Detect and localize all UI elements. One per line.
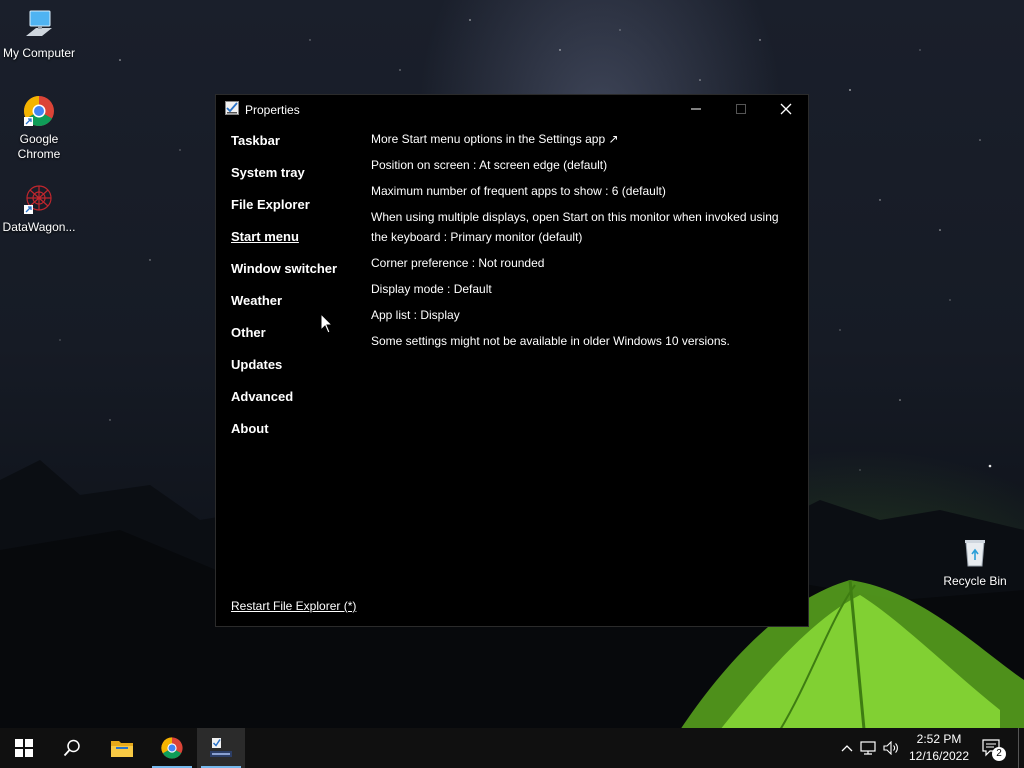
show-desktop-button[interactable] xyxy=(1018,728,1019,768)
desktop-icon-label: Google Chrome xyxy=(17,132,61,161)
desktop-icon-label: DataWagon... xyxy=(2,220,76,234)
speaker-icon xyxy=(883,741,898,755)
chrome-icon xyxy=(161,737,183,759)
nav-item-updates[interactable]: Updates xyxy=(231,355,337,387)
desktop-icon-google-chrome[interactable]: Google Chrome xyxy=(0,94,78,162)
properties-app-icon xyxy=(225,101,239,115)
nav-item-file-explorer[interactable]: File Explorer xyxy=(231,195,337,227)
network-button[interactable] xyxy=(856,741,880,755)
setting-display-mode[interactable]: Display mode : Default xyxy=(371,279,791,299)
settings-app-link[interactable]: More Start menu options in the Settings … xyxy=(371,129,791,149)
setting-frequent-apps[interactable]: Maximum number of frequent apps to show … xyxy=(371,181,791,201)
system-tray xyxy=(838,728,902,768)
computer-icon xyxy=(22,8,56,42)
desktop-icon-my-computer[interactable]: My Computer xyxy=(0,8,78,61)
taskbar-clock[interactable]: 2:52 PM 12/16/2022 xyxy=(904,731,974,765)
nav-item-about[interactable]: About xyxy=(231,419,337,451)
show-hidden-icons-button[interactable] xyxy=(838,744,856,752)
properties-app-icon xyxy=(210,738,232,757)
setting-corner-preference[interactable]: Corner preference : Not rounded xyxy=(371,253,791,273)
nav-item-window-switcher[interactable]: Window switcher xyxy=(231,259,337,291)
windows-logo-icon xyxy=(15,739,33,757)
compatibility-note: Some settings might not be available in … xyxy=(371,334,730,348)
nav-item-start-menu[interactable]: Start menu xyxy=(231,227,337,259)
maximize-icon xyxy=(735,104,746,114)
minimize-icon xyxy=(690,108,701,110)
network-icon xyxy=(860,741,876,755)
chevron-up-icon xyxy=(841,745,853,752)
chrome-icon xyxy=(22,94,56,128)
notification-count-badge: 2 xyxy=(992,747,1006,761)
start-menu-settings: More Start menu options in the Settings … xyxy=(371,129,791,357)
desktop-icon-datawagon[interactable]: DataWagon... xyxy=(0,182,78,235)
taskbar: 2:52 PM 12/16/2022 2 xyxy=(0,728,1024,768)
properties-window: Properties Taskbar System tray File Expl… xyxy=(215,94,809,627)
folder-icon xyxy=(111,741,133,757)
restart-file-explorer-link[interactable]: Restart File Explorer (*) xyxy=(231,599,356,613)
desktop-icon-label: Recycle Bin xyxy=(943,574,1007,588)
window-title: Properties xyxy=(245,103,300,117)
settings-nav: Taskbar System tray File Explorer Start … xyxy=(231,131,337,451)
chrome-taskbar-button[interactable] xyxy=(148,728,196,768)
search-icon xyxy=(63,739,80,757)
minimize-button[interactable] xyxy=(673,95,718,123)
setting-app-list[interactable]: App list : Display xyxy=(371,305,791,325)
nav-item-system-tray[interactable]: System tray xyxy=(231,163,337,195)
file-explorer-taskbar-button[interactable] xyxy=(98,728,146,768)
datawagon-icon xyxy=(22,182,56,216)
properties-taskbar-button[interactable] xyxy=(197,728,245,768)
volume-button[interactable] xyxy=(880,741,902,755)
setting-position-on-screen[interactable]: Position on screen : At screen edge (def… xyxy=(371,155,791,175)
mouse-cursor-icon xyxy=(320,313,334,334)
title-bar[interactable]: Properties xyxy=(216,95,808,123)
maximize-button[interactable] xyxy=(718,95,763,123)
nav-item-advanced[interactable]: Advanced xyxy=(231,387,337,419)
clock-date: 12/16/2022 xyxy=(908,749,970,763)
clock-time: 2:52 PM xyxy=(916,732,962,746)
recycle-bin-icon xyxy=(958,536,992,570)
start-button[interactable] xyxy=(0,728,48,768)
action-center-button[interactable]: 2 xyxy=(980,728,1006,768)
desktop-icon-label: My Computer xyxy=(2,46,76,60)
search-button[interactable] xyxy=(48,728,96,768)
close-button[interactable] xyxy=(763,95,808,123)
nav-item-taskbar[interactable]: Taskbar xyxy=(231,131,337,163)
close-icon xyxy=(780,103,791,115)
setting-multiple-displays[interactable]: When using multiple displays, open Start… xyxy=(371,207,791,247)
desktop-icon-recycle-bin[interactable]: Recycle Bin xyxy=(936,536,1014,589)
